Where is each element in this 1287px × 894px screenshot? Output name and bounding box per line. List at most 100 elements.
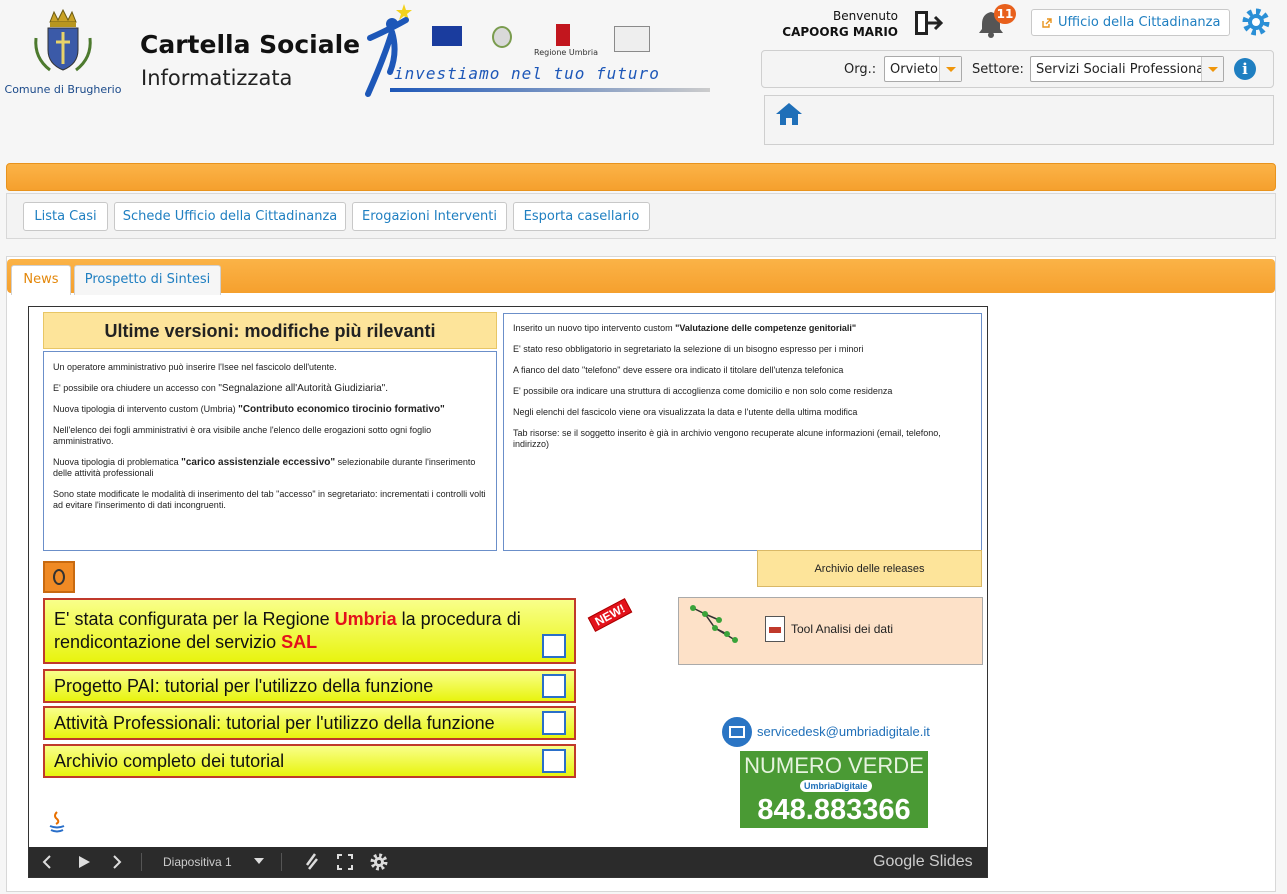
main-nav: Lista Casi Schede Ufficio della Cittadin… bbox=[6, 193, 1276, 239]
logout-icon[interactable] bbox=[912, 8, 944, 38]
external-link-icon bbox=[1042, 18, 1052, 28]
news-item: A fianco del dato "telefono" deve essere… bbox=[513, 365, 844, 375]
separator bbox=[281, 853, 282, 871]
settore-select-value: Servizi Sociali Professionali bbox=[1036, 62, 1212, 77]
org-selector-panel: Org.: Orvieto Settore: Servizi Sociali P… bbox=[761, 50, 1274, 88]
slide-title: Ultime versioni: modifiche più rilevanti bbox=[43, 312, 497, 349]
news-highlight: "Valutazione delle competenze genitorial… bbox=[675, 323, 857, 333]
nav-schede-ufficio[interactable]: Schede Ufficio della Cittadinanza bbox=[114, 202, 346, 231]
fullscreen-icon[interactable] bbox=[337, 854, 353, 870]
google-slides-brand: Google Slides bbox=[873, 853, 973, 870]
notification-bell[interactable]: 11 bbox=[976, 4, 1022, 38]
comune-name: Comune di Brugherio bbox=[4, 83, 122, 96]
news-text: Nuova tipologia di intervento custom (Um… bbox=[53, 404, 239, 414]
slide-number-label[interactable]: Diapositiva 1 bbox=[163, 855, 232, 869]
tool-analisi-box[interactable]: Tool Analisi dei dati bbox=[678, 597, 983, 665]
news-item: Nuova tipologia di intervento custom (Um… bbox=[53, 404, 487, 415]
slides-control-bar: Diapositiva 1 Google Slides bbox=[29, 847, 987, 877]
org-select[interactable]: Orvieto bbox=[884, 56, 962, 82]
numero-verde-badge: NUMERO VERDE UmbriaDigitale 848.883366 bbox=[740, 751, 928, 828]
tab-prospetto-sintesi[interactable]: Prospetto di Sintesi bbox=[74, 265, 221, 295]
news-item: Sono state modificate le modalità di ins… bbox=[53, 489, 486, 510]
settore-select[interactable]: Servizi Sociali Professionali bbox=[1030, 56, 1224, 82]
left-news-box: Un operatore amministrativo può inserire… bbox=[43, 351, 497, 551]
welcome-block: Benvenuto CAPOORG MARIO bbox=[770, 8, 898, 40]
chevron-down-icon bbox=[939, 57, 961, 81]
link-text: Archivio completo dei tutorial bbox=[54, 751, 285, 771]
previous-slide-icon[interactable] bbox=[41, 855, 53, 869]
banner-underline bbox=[390, 88, 710, 92]
link-sal-procedura[interactable]: E' stata configurata per la Regione Umbr… bbox=[43, 598, 576, 664]
nav-esporta-casellario[interactable]: Esporta casellario bbox=[513, 202, 650, 231]
user-name: CAPOORG MARIO bbox=[782, 25, 898, 39]
comune-crest-icon bbox=[34, 8, 92, 72]
network-graph-icon bbox=[690, 605, 738, 643]
info-icon[interactable]: i bbox=[1234, 58, 1256, 80]
news-item: E' stato reso obbligatorio in segretaria… bbox=[513, 344, 864, 354]
news-item: Inserito un nuovo tipo intervento custom… bbox=[513, 323, 972, 334]
numero-verde-phone: 848.883366 bbox=[757, 794, 911, 826]
next-slide-icon[interactable] bbox=[111, 855, 123, 869]
link-highlight: Umbria bbox=[334, 609, 397, 629]
play-icon[interactable] bbox=[77, 855, 91, 869]
chevron-down-icon bbox=[1201, 57, 1223, 81]
nav-erogazioni-interventi[interactable]: Erogazioni Interventi bbox=[352, 202, 507, 231]
ufficio-cittadinanza-button[interactable]: Ufficio della Cittadinanza bbox=[1031, 9, 1230, 36]
settings-gear-icon[interactable] bbox=[1240, 6, 1272, 38]
link-progetto-pai[interactable]: Progetto PAI: tutorial per l'utilizzo de… bbox=[43, 669, 576, 703]
tool-analisi-label: Tool Analisi dei dati bbox=[791, 622, 894, 636]
news-highlight: "carico assistenziale eccessivo" bbox=[181, 457, 336, 468]
link-archivio-tutorial[interactable]: Archivio completo dei tutorial bbox=[43, 744, 576, 778]
news-text: Inserito un nuovo tipo intervento custom bbox=[513, 323, 676, 333]
welcome-label: Benvenuto bbox=[833, 9, 898, 23]
external-link-icon bbox=[542, 674, 566, 698]
italy-emblem-icon bbox=[492, 26, 512, 48]
home-icon[interactable] bbox=[775, 102, 803, 126]
link-text: Attività Professionali: tutorial per l'u… bbox=[54, 713, 495, 733]
news-item: Negli elenchi del fascicolo viene ora vi… bbox=[513, 407, 858, 417]
umbria-emblem-icon bbox=[556, 24, 570, 46]
news-item: E' possibile ora chiudere un accesso con… bbox=[53, 383, 487, 394]
external-link-icon bbox=[542, 711, 566, 735]
ufficio-button-label: Ufficio della Cittadinanza bbox=[1058, 15, 1221, 30]
news-item: Nuova tipologia di problematica "carico … bbox=[53, 457, 487, 479]
link-text: Progetto PAI: tutorial per l'utilizzo de… bbox=[54, 676, 434, 696]
regione-label: Regione Umbria bbox=[534, 48, 598, 57]
new-badge: NEW! bbox=[587, 598, 633, 632]
news-item: Un operatore amministrativo può inserire… bbox=[53, 362, 337, 372]
orange-strip bbox=[6, 163, 1276, 191]
archivio-releases-link[interactable]: Archivio delle releases bbox=[757, 550, 982, 587]
content-panel: News Prospetto di Sintesi Ultime version… bbox=[6, 256, 1276, 892]
right-news-box: Inserito un nuovo tipo intervento custom… bbox=[503, 313, 982, 551]
eu-flag-icon bbox=[432, 26, 462, 46]
por-banner: Regione Umbria investiamo nel tuo futuro bbox=[362, 2, 722, 102]
nav-lista-casi[interactable]: Lista Casi bbox=[23, 202, 108, 231]
running-figure-icon bbox=[365, 4, 412, 97]
servicedesk-email-link[interactable]: servicedesk@umbriadigitale.it bbox=[757, 724, 930, 739]
tab-bar: News Prospetto di Sintesi bbox=[7, 259, 1275, 295]
external-link-icon bbox=[542, 749, 566, 773]
java-icon bbox=[49, 811, 65, 833]
broadcast-icon[interactable] bbox=[43, 561, 75, 593]
news-item: E' possibile ora indicare una struttura … bbox=[513, 386, 893, 396]
news-text: E' possibile ora chiudere un accesso con bbox=[53, 383, 219, 393]
news-highlight: "Contributo economico tirocinio formativ… bbox=[238, 404, 445, 415]
external-link-icon bbox=[542, 634, 566, 658]
notification-count: 11 bbox=[994, 4, 1016, 24]
breadcrumb-panel bbox=[764, 95, 1274, 145]
settore-label: Settore: bbox=[972, 62, 1024, 77]
news-item: Nell'elenco dei fogli amministrativi è o… bbox=[53, 425, 432, 446]
chevron-down-icon[interactable] bbox=[253, 857, 265, 865]
document-chart-icon bbox=[765, 616, 785, 642]
news-item: Tab risorse: se il soggetto inserito è g… bbox=[513, 428, 941, 449]
numero-verde-label: NUMERO VERDE bbox=[744, 753, 924, 778]
laser-pointer-icon[interactable] bbox=[303, 853, 319, 871]
link-highlight: SAL bbox=[281, 632, 318, 652]
tab-news[interactable]: News bbox=[11, 265, 71, 295]
settings-gear-icon[interactable] bbox=[369, 852, 389, 872]
link-attivita-professionali[interactable]: Attività Professionali: tutorial per l'u… bbox=[43, 706, 576, 740]
porfse-logo-icon bbox=[614, 26, 650, 52]
separator bbox=[141, 853, 142, 871]
app-subtitle: Informatizzata bbox=[141, 66, 293, 90]
banner-slogan: investiamo nel tuo futuro bbox=[394, 64, 660, 83]
